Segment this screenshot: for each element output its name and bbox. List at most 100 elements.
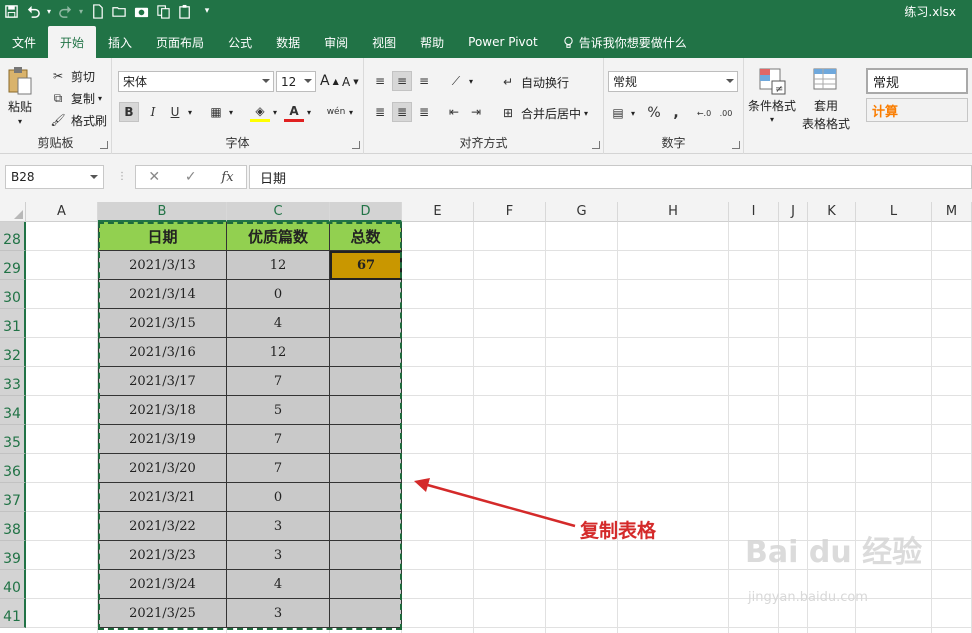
- tab-data[interactable]: 数据: [264, 26, 312, 58]
- cell-count[interactable]: 4: [227, 570, 330, 599]
- cell-date[interactable]: 2021/3/20: [98, 454, 227, 483]
- cell-total-empty[interactable]: [330, 541, 402, 570]
- undo-icon[interactable]: [22, 0, 44, 22]
- column-header-j[interactable]: J: [779, 202, 808, 222]
- row-header-36[interactable]: 36: [0, 454, 26, 483]
- cell-total-empty[interactable]: [330, 396, 402, 425]
- redo-dropdown-icon[interactable]: ▾: [76, 0, 86, 22]
- italic-button[interactable]: I: [143, 102, 163, 122]
- cell-date[interactable]: 2021/3/21: [98, 483, 227, 512]
- orientation-button[interactable]: ⟋ ▾: [446, 71, 473, 91]
- column-header-i[interactable]: I: [729, 202, 779, 222]
- row-header-34[interactable]: 34: [0, 396, 26, 425]
- merge-center-button[interactable]: ⊞ 合并后居中 ▾: [498, 103, 588, 123]
- cell-header-count[interactable]: 优质篇数: [227, 222, 330, 251]
- align-right-button[interactable]: ≣: [414, 102, 434, 122]
- alignment-launcher-icon[interactable]: [592, 141, 600, 149]
- tab-page-layout[interactable]: 页面布局: [144, 26, 216, 58]
- align-middle-button[interactable]: ≡: [392, 71, 412, 91]
- cell-count[interactable]: 5: [227, 396, 330, 425]
- select-all-corner[interactable]: [0, 202, 26, 222]
- customize-qat-icon[interactable]: ▾: [196, 0, 218, 22]
- phonetic-button[interactable]: wén ▾: [326, 102, 353, 122]
- cell-total-empty[interactable]: [330, 280, 402, 309]
- row-header-35[interactable]: 35: [0, 425, 26, 454]
- cell-date[interactable]: 2021/3/23: [98, 541, 227, 570]
- align-center-button[interactable]: ≣: [392, 102, 412, 122]
- font-launcher-icon[interactable]: [352, 141, 360, 149]
- font-family-select[interactable]: 宋体: [118, 71, 274, 92]
- cell-date[interactable]: 2021/3/17: [98, 367, 227, 396]
- align-bottom-button[interactable]: ≡: [414, 71, 434, 91]
- undo-dropdown-icon[interactable]: ▾: [44, 0, 54, 22]
- cut-button[interactable]: ✂ 剪切: [48, 66, 95, 86]
- row-header-37[interactable]: 37: [0, 483, 26, 512]
- format-painter-button[interactable]: 🖌 格式刷: [48, 110, 107, 130]
- row-header-29[interactable]: 29: [0, 251, 26, 280]
- column-header-f[interactable]: F: [474, 202, 546, 222]
- cell-count[interactable]: 3: [227, 599, 330, 628]
- row-header-33[interactable]: 33: [0, 367, 26, 396]
- column-header-b[interactable]: B: [98, 202, 227, 222]
- cell-style-calc[interactable]: 计算: [866, 98, 968, 122]
- cell-total-empty[interactable]: [330, 570, 402, 599]
- borders-button[interactable]: ▦ ▾: [206, 102, 233, 122]
- cell-date[interactable]: 2021/3/16: [98, 338, 227, 367]
- row-header-40[interactable]: 40: [0, 570, 26, 599]
- row-header-41[interactable]: 41: [0, 599, 26, 628]
- cell-total-empty[interactable]: [330, 338, 402, 367]
- column-header-l[interactable]: L: [856, 202, 932, 222]
- cell-total-empty[interactable]: [330, 599, 402, 628]
- bold-button[interactable]: B: [119, 102, 139, 122]
- row-header-28[interactable]: 28: [0, 222, 26, 251]
- column-header-d[interactable]: D: [330, 202, 402, 222]
- name-box[interactable]: B28: [5, 165, 104, 189]
- cell-total-empty[interactable]: [330, 483, 402, 512]
- currency-button[interactable]: ▤ ▾: [608, 103, 635, 123]
- column-header-e[interactable]: E: [402, 202, 474, 222]
- cell-count[interactable]: 3: [227, 512, 330, 541]
- column-header-m[interactable]: M: [932, 202, 972, 222]
- underline-button[interactable]: U ▾: [165, 102, 192, 122]
- wrap-text-button[interactable]: ↵ 自动换行: [498, 72, 569, 92]
- cell-date[interactable]: 2021/3/15: [98, 309, 227, 338]
- decrease-indent-button[interactable]: ⇤: [444, 102, 464, 122]
- tab-home[interactable]: 开始: [48, 26, 97, 58]
- cell-date[interactable]: 2021/3/22: [98, 512, 227, 541]
- cell-total-empty[interactable]: [330, 309, 402, 338]
- new-file-icon[interactable]: [86, 0, 108, 22]
- cell-date[interactable]: 2021/3/25: [98, 599, 227, 628]
- increase-indent-button[interactable]: ⇥: [466, 102, 486, 122]
- cell-date[interactable]: 2021/3/14: [98, 280, 227, 309]
- conditional-format-button[interactable]: ≠ 条件格式 ▾: [748, 66, 796, 124]
- cell-count[interactable]: 7: [227, 425, 330, 454]
- cancel-icon[interactable]: ✕: [148, 169, 160, 185]
- row-header-39[interactable]: 39: [0, 541, 26, 570]
- number-format-select[interactable]: 常规: [608, 71, 738, 92]
- paste-button[interactable]: 粘贴 ▾: [6, 66, 34, 126]
- cell-date[interactable]: 2021/3/24: [98, 570, 227, 599]
- column-header-g[interactable]: G: [546, 202, 618, 222]
- copy-doc-icon[interactable]: [152, 0, 174, 22]
- column-header-h[interactable]: H: [618, 202, 729, 222]
- cell-count[interactable]: 12: [227, 338, 330, 367]
- number-launcher-icon[interactable]: [732, 141, 740, 149]
- cell-total-value[interactable]: 67: [330, 251, 402, 280]
- cell-count[interactable]: 7: [227, 454, 330, 483]
- cell-total-empty[interactable]: [330, 425, 402, 454]
- row-header-31[interactable]: 31: [0, 309, 26, 338]
- camera-icon[interactable]: [130, 0, 152, 22]
- tab-help[interactable]: 帮助: [408, 26, 456, 58]
- grow-font-button[interactable]: A ▲: [320, 73, 339, 89]
- tab-file[interactable]: 文件: [0, 26, 48, 58]
- cell-date[interactable]: 2021/3/18: [98, 396, 227, 425]
- cell-count[interactable]: 3: [227, 541, 330, 570]
- cell-count[interactable]: 4: [227, 309, 330, 338]
- insert-function-icon[interactable]: fx: [221, 170, 233, 185]
- cell-header-total[interactable]: 总数: [330, 222, 402, 251]
- cell-count[interactable]: 7: [227, 367, 330, 396]
- decrease-decimal-button[interactable]: .00: [716, 103, 736, 123]
- row-header-30[interactable]: 30: [0, 280, 26, 309]
- paste-special-icon[interactable]: [174, 0, 196, 22]
- tell-me-search[interactable]: 告诉我你想要做什么: [550, 26, 699, 58]
